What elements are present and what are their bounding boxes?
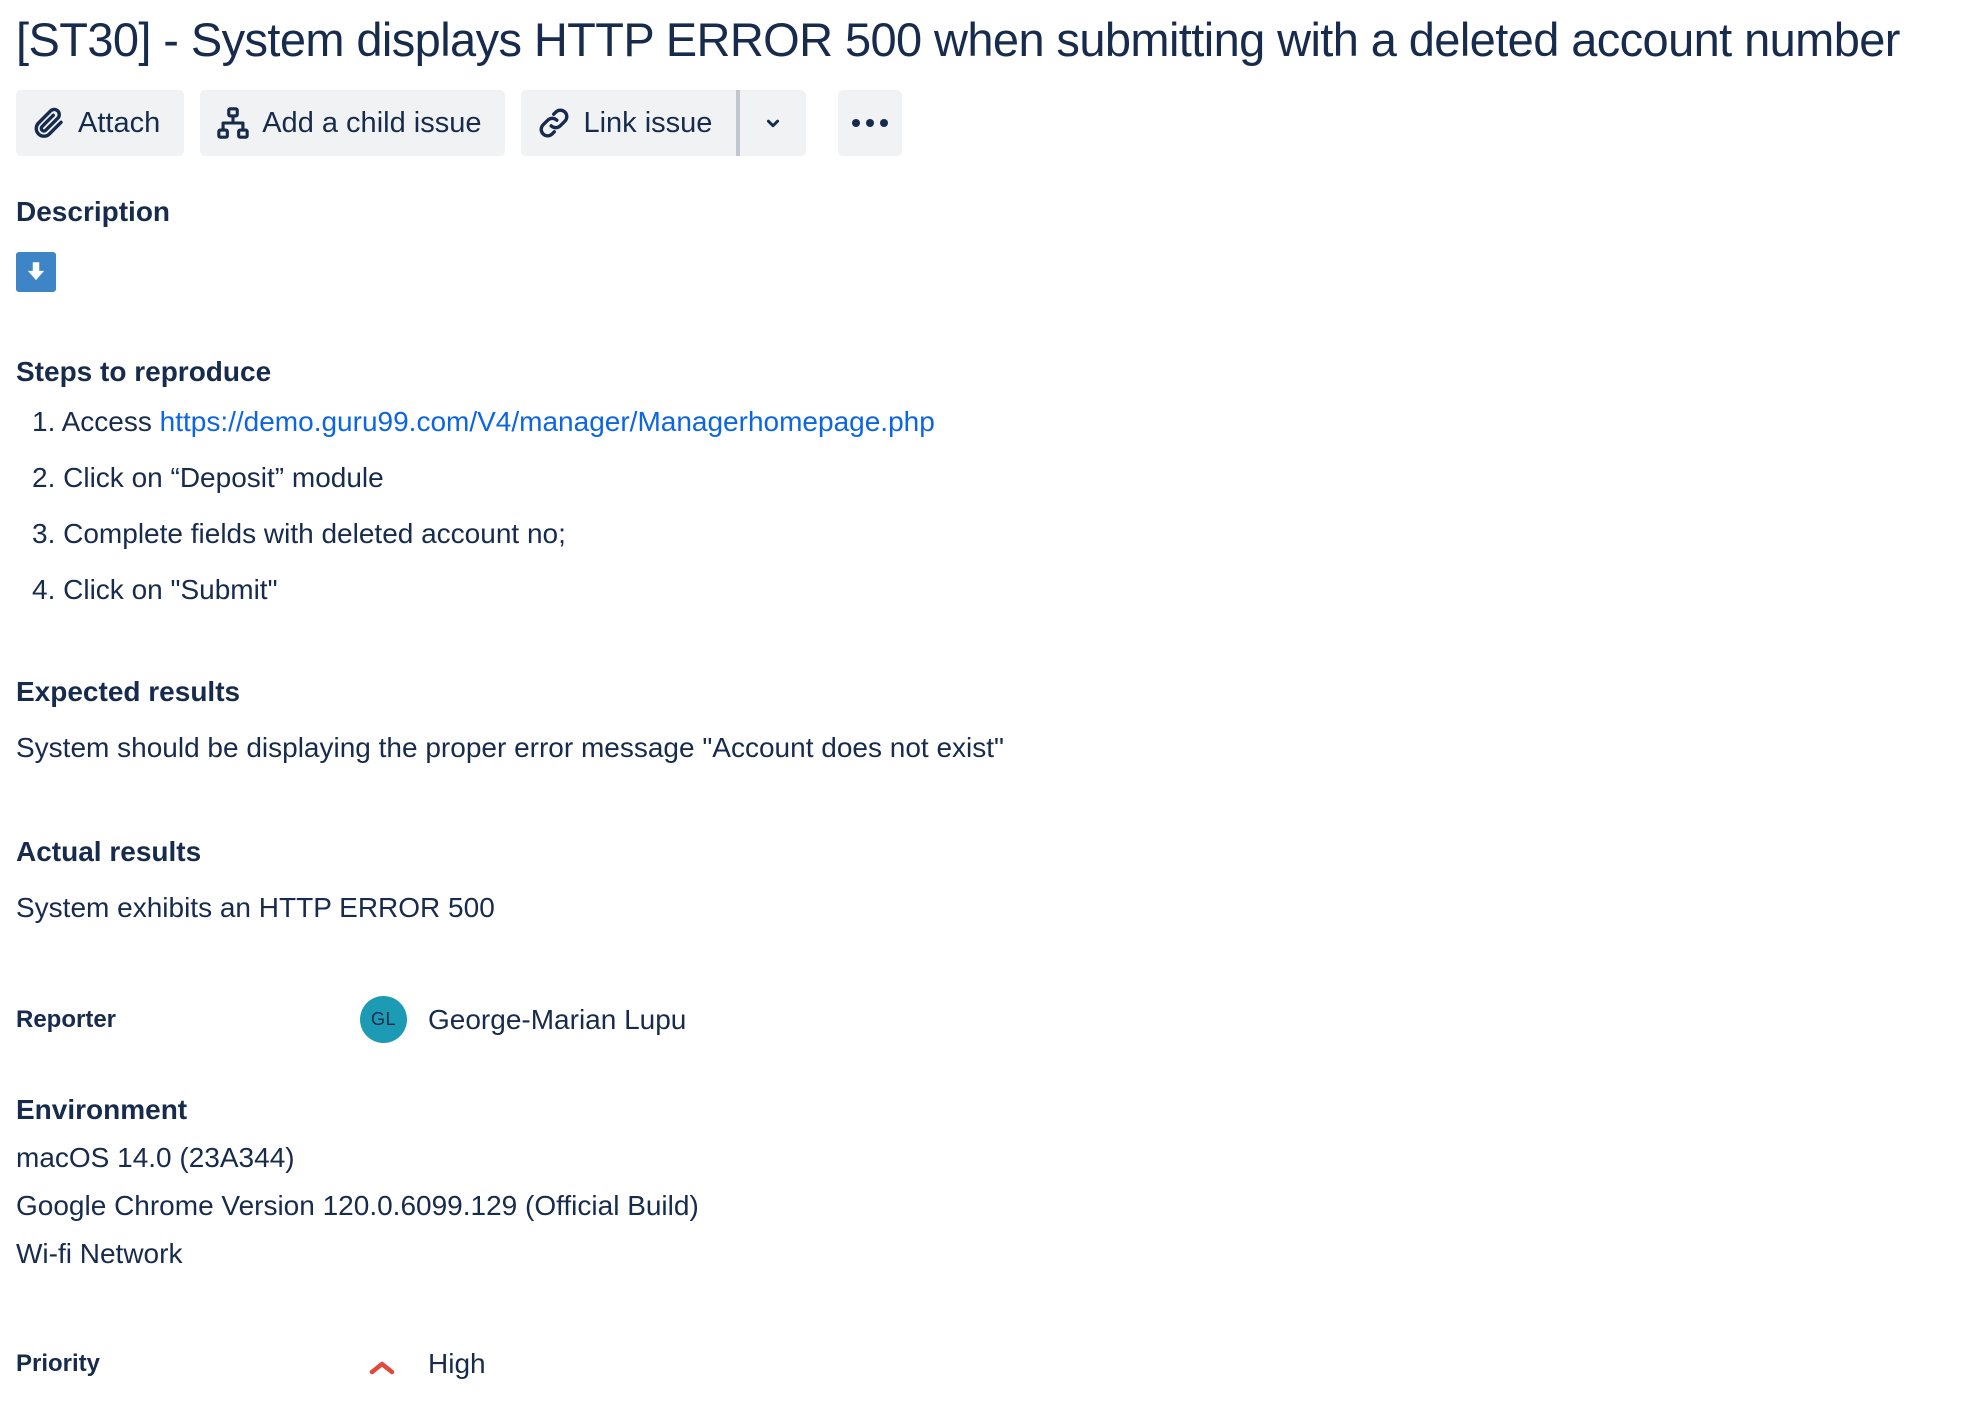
paperclip-icon (34, 107, 63, 138)
environment-line: Wi-fi Network (16, 1238, 183, 1269)
steps-heading: Steps to reproduce (16, 356, 272, 387)
issue-toolbar: Attach Add a child issue Link issue (16, 90, 903, 156)
add-child-issue-button[interactable]: Add a child issue (200, 90, 506, 156)
expected-results-heading: Expected results (16, 676, 241, 707)
step-text: Click on “Deposit” module (63, 462, 384, 493)
add-child-issue-label: Add a child issue (262, 106, 482, 139)
steps-list: 1. Access https://demo.guru99.com/V4/man… (32, 404, 935, 628)
avatar[interactable]: GL (360, 996, 407, 1043)
link-issue-split-button: Link issue (521, 90, 807, 156)
environment-line: Google Chrome Version 120.0.6099.129 (Of… (16, 1190, 699, 1221)
issue-title[interactable]: [ST30] - System displays HTTP ERROR 500 … (16, 12, 1900, 67)
link-issue-button[interactable]: Link issue (521, 90, 737, 156)
link-issue-dropdown-button[interactable] (740, 90, 807, 156)
attach-label: Attach (78, 106, 161, 139)
link-icon (540, 108, 569, 138)
step-item: 1. Access https://demo.guru99.com/V4/man… (32, 404, 935, 460)
step-text: Complete fields with deleted account no; (63, 518, 566, 549)
download-icon (16, 252, 56, 292)
step-number: 3. (32, 518, 56, 549)
attach-button[interactable]: Attach (16, 90, 185, 156)
step-item: 4. Click on "Submit" (32, 572, 935, 628)
more-actions-button[interactable] (838, 90, 903, 156)
step-url-link[interactable]: https://demo.guru99.com/V4/manager/Manag… (160, 406, 935, 437)
reporter-name[interactable]: George-Marian Lupu (428, 1004, 686, 1036)
step-number: 2. (32, 462, 56, 493)
step-number: 4. (32, 574, 56, 605)
hierarchy-icon (217, 107, 249, 139)
step-item: 2. Click on “Deposit” module (32, 460, 935, 516)
issue-view: [ST30] - System displays HTTP ERROR 500 … (16, 0, 1962, 1422)
step-item: 3. Complete fields with deleted account … (32, 516, 935, 572)
chevron-down-icon (767, 119, 780, 128)
actual-results-heading: Actual results (16, 836, 202, 867)
step-number: 1. (32, 406, 56, 437)
environment-line: macOS 14.0 (23A344) (16, 1142, 295, 1173)
expected-results-text: System should be displaying the proper e… (16, 732, 1004, 763)
step-prefix: Access (61, 406, 160, 437)
actual-results-text: System exhibits an HTTP ERROR 500 (16, 892, 495, 923)
description-heading: Description (16, 196, 171, 227)
environment-heading: Environment (16, 1094, 188, 1125)
link-issue-label: Link issue (583, 106, 713, 139)
priority-high-icon (369, 1361, 395, 1375)
reporter-label: Reporter (16, 1006, 117, 1033)
priority-value[interactable]: High (428, 1348, 486, 1380)
priority-label: Priority (16, 1350, 101, 1377)
step-text: Click on "Submit" (63, 574, 278, 605)
more-icon (852, 119, 889, 127)
